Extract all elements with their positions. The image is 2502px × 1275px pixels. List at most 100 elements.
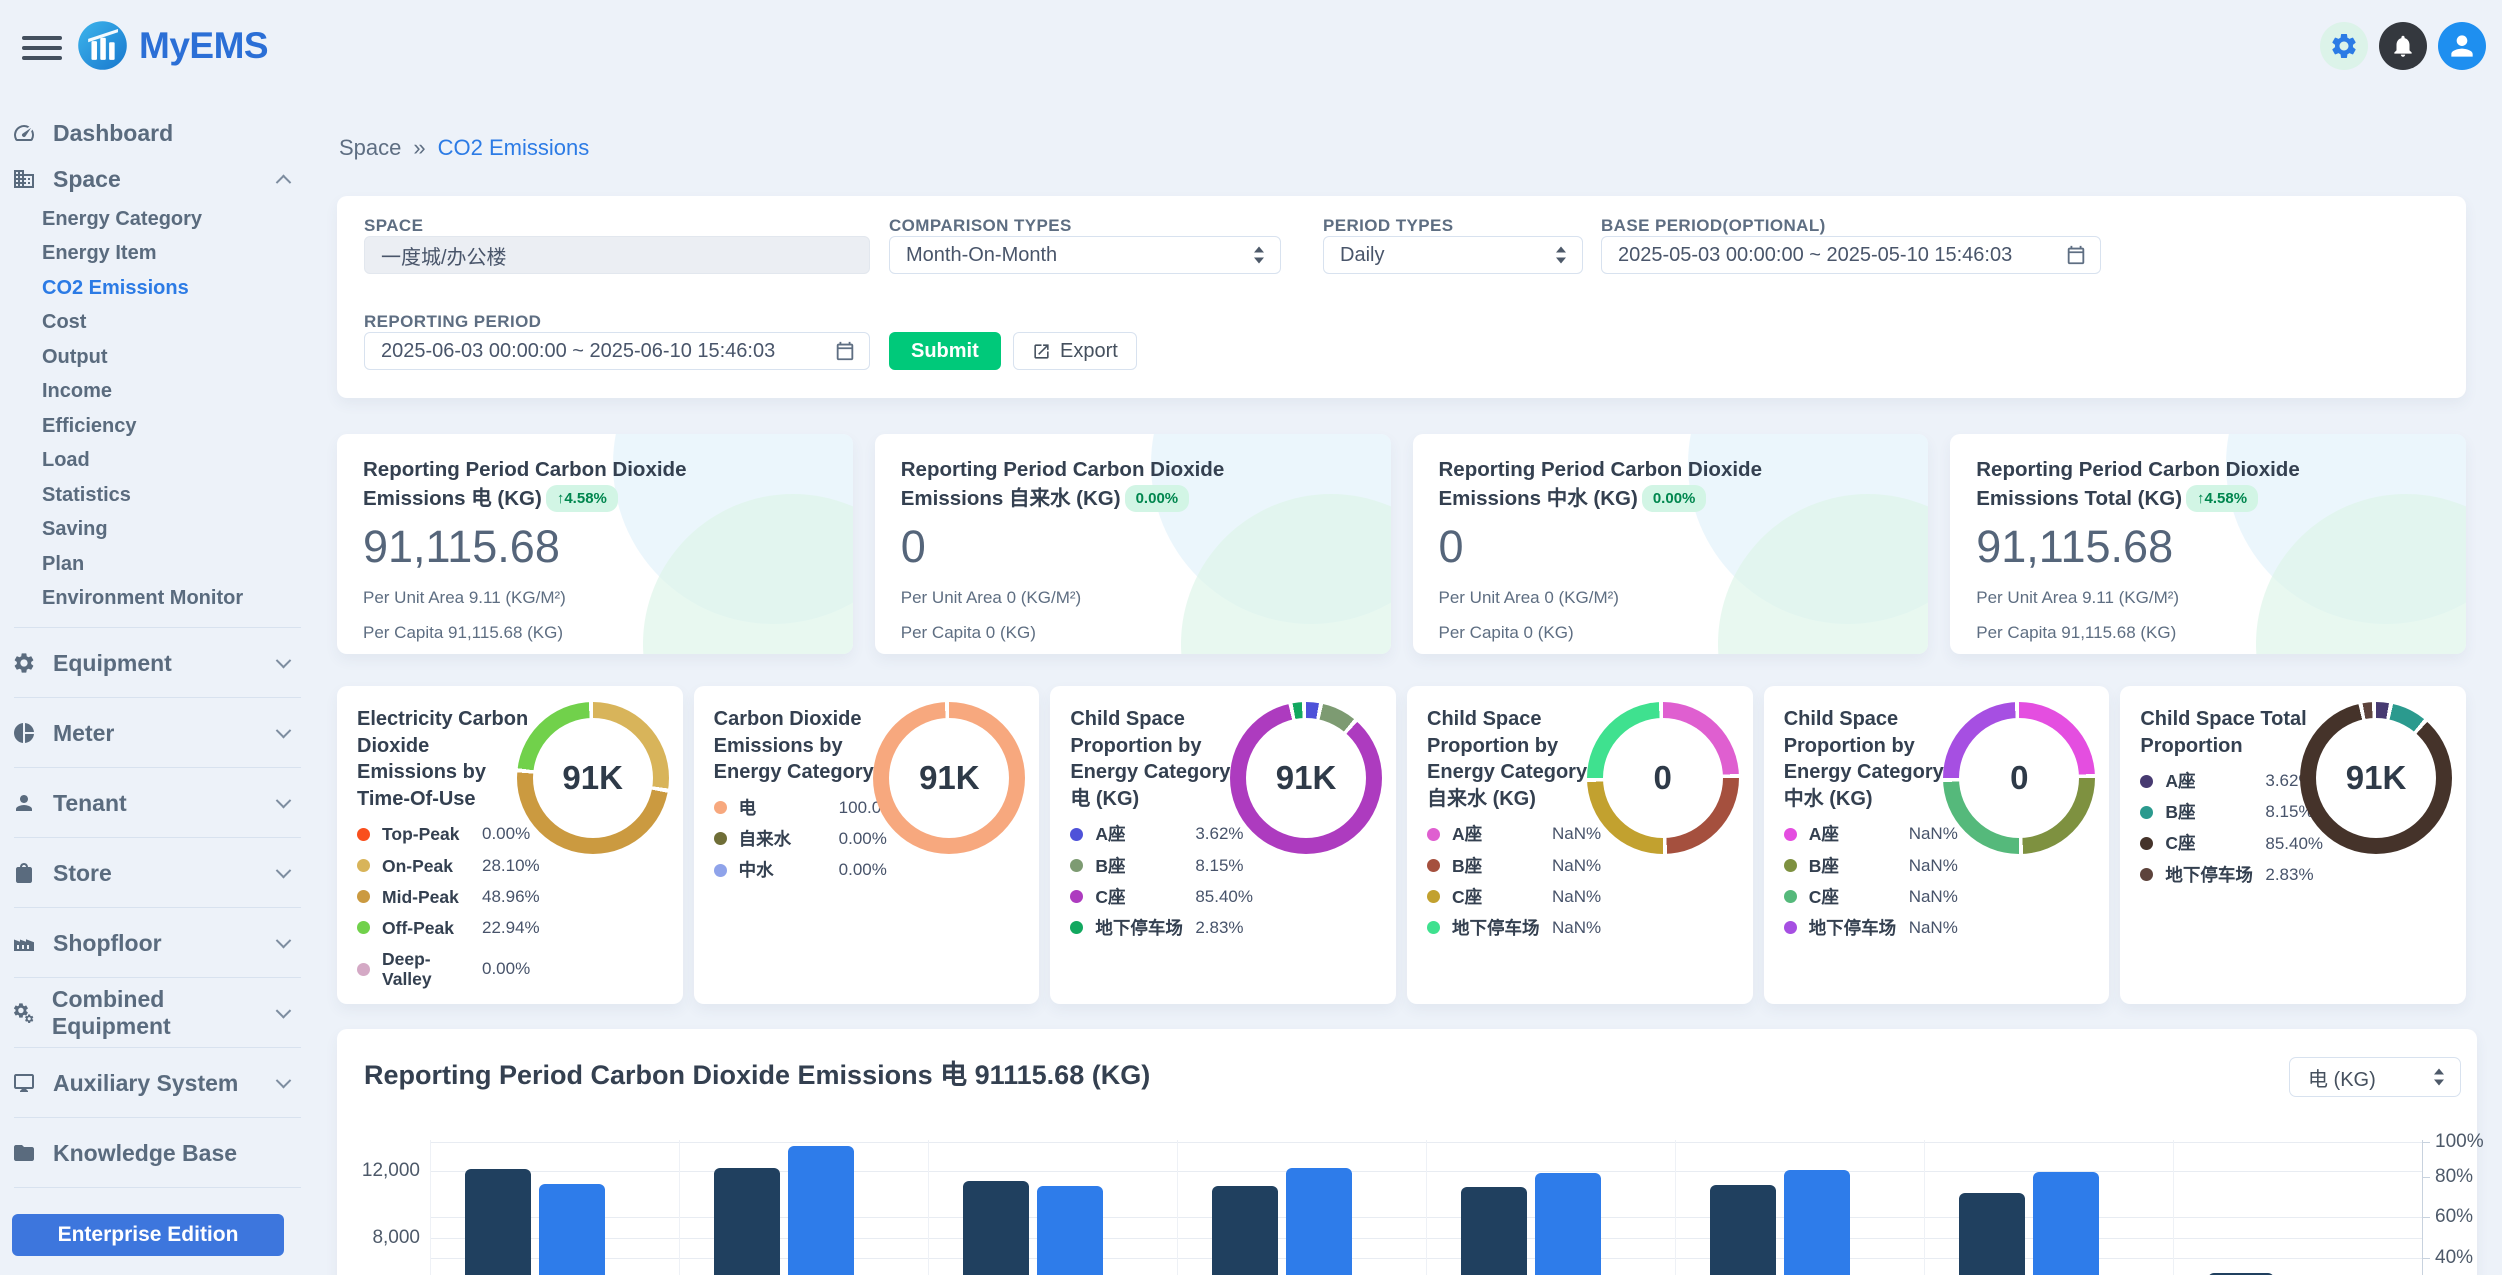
sidebar-item-meter[interactable]: Meter bbox=[0, 710, 315, 756]
select-arrows-icon bbox=[1556, 247, 1568, 264]
donut-card-title: Child Space Proportion by Energy Categor… bbox=[1784, 706, 1955, 812]
settings-button[interactable] bbox=[2320, 22, 2368, 70]
gear-icon bbox=[12, 651, 36, 675]
sidebar-item-energy-category[interactable]: Energy Category bbox=[0, 202, 315, 237]
user-avatar[interactable] bbox=[2438, 22, 2486, 70]
legend-label: B座 bbox=[1095, 856, 1189, 876]
y-axis-tick-right: 40% bbox=[2435, 1247, 2473, 1269]
gear-icon bbox=[2329, 31, 2359, 61]
energy-category-value: 电 (KG) bbox=[2308, 1063, 2376, 1092]
sidebar-item-shopfloor[interactable]: Shopfloor bbox=[0, 920, 315, 966]
enterprise-edition-button[interactable]: Enterprise Edition bbox=[12, 1214, 284, 1256]
stat-card: Reporting Period Carbon Dioxide Emission… bbox=[1413, 434, 1929, 654]
legend-dot-icon bbox=[357, 828, 370, 841]
breadcrumb-parent[interactable]: Space bbox=[339, 135, 401, 161]
sidebar-item-income[interactable]: Income bbox=[0, 375, 315, 410]
space-input[interactable]: 一度城/办公楼 bbox=[364, 236, 870, 274]
legend-item: C座NaN% bbox=[1784, 887, 2004, 907]
sidebar-item-equipment[interactable]: Equipment bbox=[0, 640, 315, 686]
sidebar-item-auxiliary-system[interactable]: Auxiliary System bbox=[0, 1060, 315, 1106]
brand-logo[interactable]: MyEMS bbox=[76, 19, 268, 72]
donut-chart: 91K bbox=[873, 702, 1025, 854]
reporting-period-label: REPORTING PERIOD bbox=[364, 312, 541, 332]
sidebar-item-environment-monitor[interactable]: Environment Monitor bbox=[0, 582, 315, 617]
sidebar-item-energy-item[interactable]: Energy Item bbox=[0, 237, 315, 272]
gauge-icon bbox=[12, 121, 36, 145]
legend-percent: 2.83% bbox=[2265, 865, 2313, 885]
export-button[interactable]: Export bbox=[1013, 332, 1137, 370]
base-period-input[interactable]: 2025-05-03 00:00:00 ~ 2025-05-10 15:46:0… bbox=[1601, 236, 2101, 274]
bar-chart-plot bbox=[430, 1140, 2422, 1275]
sidebar-item-output[interactable]: Output bbox=[0, 340, 315, 375]
sidebar-item-load[interactable]: Load bbox=[0, 444, 315, 479]
sidebar-item-label: Store bbox=[53, 860, 112, 887]
legend-label: A座 bbox=[2165, 771, 2259, 791]
energy-category-select[interactable]: 电 (KG) bbox=[2289, 1057, 2461, 1097]
comparison-types-label: COMPARISON TYPES bbox=[889, 216, 1072, 236]
donut-chart: 0 bbox=[1587, 702, 1739, 854]
comparison-types-select[interactable]: Month-On-Month bbox=[889, 236, 1281, 274]
bar-blue bbox=[1535, 1173, 1601, 1275]
stat-card-value: 91,115.68 bbox=[1976, 521, 2440, 573]
stat-card-title: Reporting Period Carbon Dioxide Emission… bbox=[363, 456, 771, 513]
sidebar-item-tenant[interactable]: Tenant bbox=[0, 780, 315, 826]
legend-label: Deep-Valley bbox=[382, 949, 476, 989]
bar-dark bbox=[1461, 1187, 1527, 1275]
notifications-button[interactable] bbox=[2379, 22, 2427, 70]
donut-legend: A座NaN%B座NaN%C座NaN%地下停车场NaN% bbox=[1784, 824, 2004, 938]
sidebar-divider bbox=[14, 1117, 301, 1118]
per-capita-text: Per Capita 0 (KG) bbox=[901, 623, 1365, 643]
legend-item: Mid-Peak48.96% bbox=[357, 887, 577, 907]
gridline-vertical bbox=[1675, 1140, 1676, 1275]
sidebar-item-store[interactable]: Store bbox=[0, 850, 315, 896]
sidebar-divider bbox=[14, 627, 301, 628]
legend-dot-icon bbox=[1784, 921, 1797, 934]
sidebar-item-efficiency[interactable]: Efficiency bbox=[0, 409, 315, 444]
sidebar-item-dashboard[interactable]: Dashboard bbox=[0, 110, 315, 156]
sidebar-item-cost[interactable]: Cost bbox=[0, 306, 315, 341]
sidebar-item-knowledge-base[interactable]: Knowledge Base bbox=[0, 1130, 315, 1176]
legend-percent: 2.83% bbox=[1195, 918, 1243, 938]
legend-label: Off-Peak bbox=[382, 918, 476, 938]
per-unit-area-text: Per Unit Area 9.11 (KG/M²) bbox=[363, 588, 827, 608]
period-types-select[interactable]: Daily bbox=[1323, 236, 1583, 274]
sidebar-item-statistics[interactable]: Statistics bbox=[0, 478, 315, 513]
sidebar-item-label: Dashboard bbox=[53, 120, 173, 147]
submit-button[interactable]: Submit bbox=[889, 332, 1001, 370]
donut-center-value: 91K bbox=[533, 718, 653, 838]
donut-legend: A座NaN%B座NaN%C座NaN%地下停车场NaN% bbox=[1427, 824, 1647, 938]
sidebar-divider bbox=[14, 697, 301, 698]
legend-item: C座NaN% bbox=[1427, 887, 1647, 907]
sidebar-item-plan[interactable]: Plan bbox=[0, 547, 315, 582]
reporting-period-input[interactable]: 2025-06-03 00:00:00 ~ 2025-06-10 15:46:0… bbox=[364, 332, 870, 370]
stat-card-title: Reporting Period Carbon Dioxide Emission… bbox=[1439, 456, 1847, 513]
donut-legend: Top-Peak0.00%On-Peak28.10%Mid-Peak48.96%… bbox=[357, 824, 577, 989]
y-axis-tick-right: 100% bbox=[2435, 1131, 2484, 1153]
legend-label: On-Peak bbox=[382, 856, 476, 876]
sidebar-item-saving[interactable]: Saving bbox=[0, 513, 315, 548]
sidebar-divider bbox=[14, 767, 301, 768]
legend-label: C座 bbox=[1452, 887, 1546, 907]
legend-dot-icon bbox=[357, 890, 370, 903]
sidebar-item-label: Space bbox=[53, 166, 121, 193]
sidebar-item-co2-emissions[interactable]: CO2 Emissions bbox=[0, 271, 315, 306]
stat-card: Reporting Period Carbon Dioxide Emission… bbox=[337, 434, 853, 654]
legend-percent: NaN% bbox=[1552, 918, 1601, 938]
sidebar-item-space[interactable]: Space bbox=[0, 156, 315, 202]
breadcrumb-current[interactable]: CO2 Emissions bbox=[438, 135, 590, 161]
sidebar-item-combined-equipment[interactable]: Combined Equipment bbox=[0, 990, 315, 1036]
per-unit-area-text: Per Unit Area 0 (KG/M²) bbox=[901, 588, 1365, 608]
breadcrumb-separator: » bbox=[413, 135, 425, 161]
legend-dot-icon bbox=[714, 864, 727, 877]
legend-percent: 22.94% bbox=[482, 918, 540, 938]
hamburger-menu-icon[interactable] bbox=[22, 36, 62, 66]
sidebar-submenu-space: Energy CategoryEnergy ItemCO2 EmissionsC… bbox=[0, 202, 315, 616]
bell-icon bbox=[2390, 33, 2416, 59]
legend-label: 地下停车场 bbox=[1095, 918, 1189, 938]
legend-item: On-Peak28.10% bbox=[357, 856, 577, 876]
legend-dot-icon bbox=[1784, 828, 1797, 841]
right-axis-tickmark bbox=[2422, 1142, 2430, 1143]
stat-card-title: Reporting Period Carbon Dioxide Emission… bbox=[1976, 456, 2384, 513]
legend-label: C座 bbox=[2165, 833, 2259, 853]
donut-center-value: 0 bbox=[1603, 718, 1723, 838]
